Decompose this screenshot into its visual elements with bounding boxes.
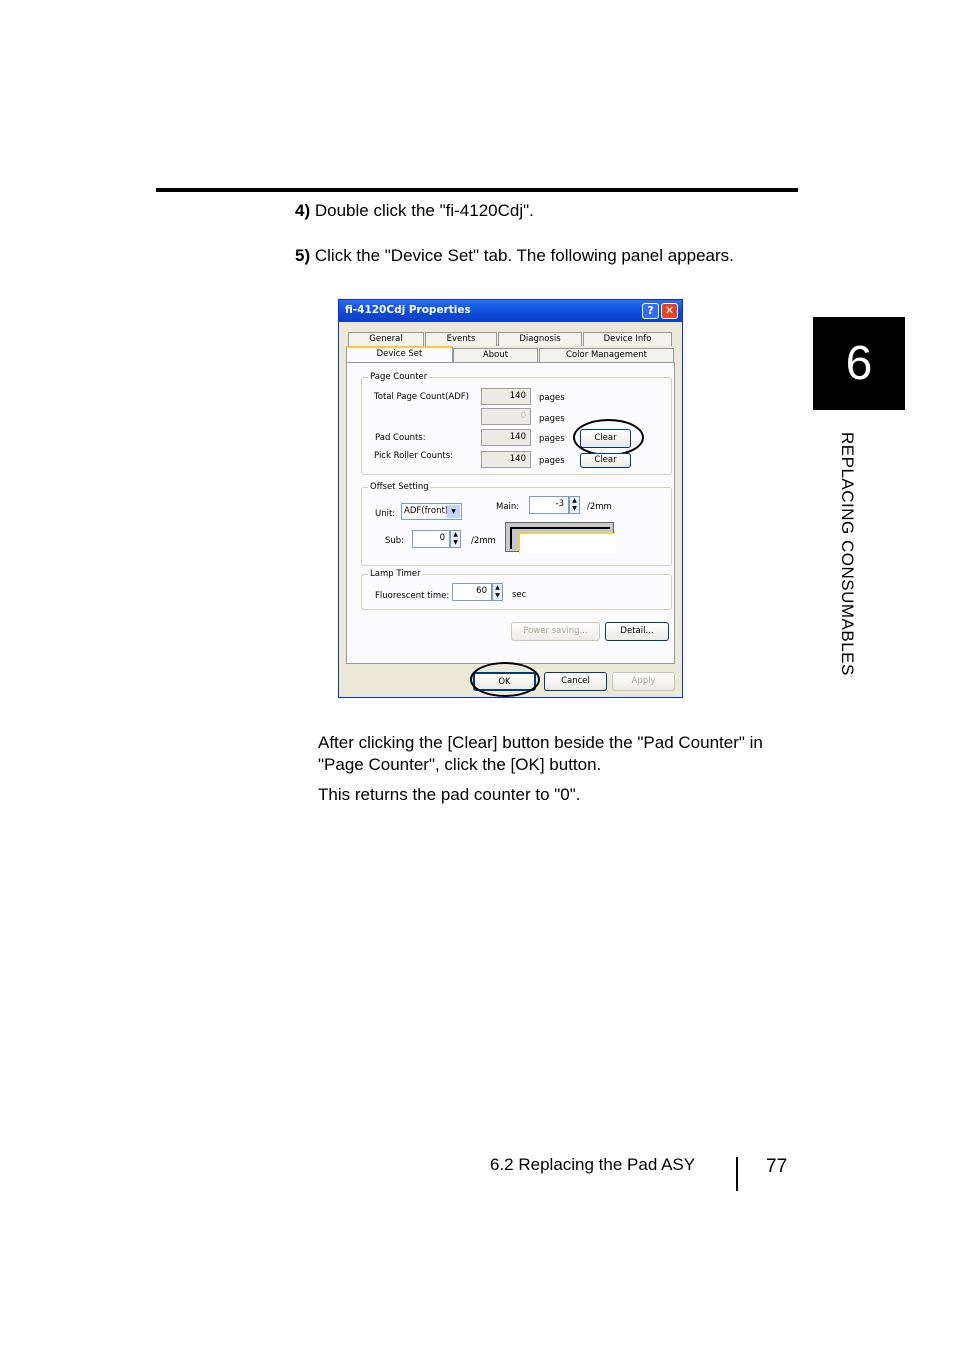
secondary-count-field: 0 bbox=[481, 408, 531, 425]
fluorescent-time-label: Fluorescent time: bbox=[375, 591, 450, 601]
unit-label: pages bbox=[539, 456, 565, 466]
dialog-titlebar: fi-4120Cdj Properties ? ✕ bbox=[339, 300, 682, 322]
sub-offset-stepper[interactable]: ▲ ▼ bbox=[450, 530, 461, 548]
step-4: 4) Double click the "fi-4120Cdj". bbox=[295, 201, 534, 221]
pad-counts-label: Pad Counts: bbox=[375, 433, 426, 443]
apply-button[interactable]: Apply bbox=[612, 672, 675, 691]
offset-diagram bbox=[505, 522, 615, 553]
main-offset-input[interactable]: -3 bbox=[529, 496, 569, 514]
close-icon[interactable]: ✕ bbox=[661, 303, 678, 319]
tab-device-info[interactable]: Device Info bbox=[583, 332, 672, 346]
sub-offset-input[interactable]: 0 bbox=[412, 530, 450, 548]
main-label: Main: bbox=[496, 502, 520, 512]
tab-events[interactable]: Events bbox=[425, 332, 497, 346]
pick-roller-counts-field: 140 bbox=[481, 451, 531, 468]
step-5: 5) Click the "Device Set" tab. The follo… bbox=[295, 246, 734, 266]
chapter-number: 6 bbox=[813, 317, 905, 410]
arrow-right-icon bbox=[510, 527, 610, 529]
footer-divider bbox=[736, 1157, 738, 1191]
pick-roller-counts-label: Pick Roller Counts: bbox=[374, 451, 454, 461]
main-unit: /2mm bbox=[587, 502, 612, 512]
tab-general[interactable]: General bbox=[348, 332, 424, 346]
power-saving-button[interactable]: Power saving... bbox=[511, 622, 600, 641]
detail-button[interactable]: Detail... bbox=[605, 622, 669, 641]
instruction-paragraph: After clicking the [Clear] button beside… bbox=[318, 733, 763, 774]
clear-roller-button[interactable]: Clear bbox=[580, 453, 631, 468]
help-icon[interactable]: ? bbox=[642, 303, 659, 319]
group-title: Page Counter bbox=[368, 372, 430, 382]
highlight-circle bbox=[573, 419, 644, 456]
tab-about[interactable]: About bbox=[453, 348, 538, 362]
unit-label: pages bbox=[539, 434, 565, 444]
step-number: 5) bbox=[295, 246, 311, 265]
page-number: 77 bbox=[766, 1156, 788, 1177]
highlight-circle bbox=[470, 662, 540, 697]
lamp-unit: sec bbox=[512, 590, 527, 600]
unit-select-label: Unit: bbox=[375, 509, 396, 519]
unit-select[interactable]: ADF(front) ▼ bbox=[401, 503, 462, 520]
sub-label: Sub: bbox=[385, 536, 405, 546]
tab-diagnosis[interactable]: Diagnosis bbox=[498, 332, 582, 346]
main-offset-stepper[interactable]: ▲ ▼ bbox=[569, 496, 580, 514]
pad-counts-field: 140 bbox=[481, 429, 531, 446]
header-rule bbox=[156, 188, 798, 192]
chevron-down-icon[interactable]: ▼ bbox=[447, 505, 460, 518]
paper-preview bbox=[519, 533, 615, 553]
group-title: Offset Setting bbox=[368, 482, 431, 492]
group-title: Lamp Timer bbox=[368, 569, 423, 579]
unit-select-value: ADF(front) bbox=[404, 506, 449, 516]
fluorescent-time-stepper[interactable]: ▲ ▼ bbox=[492, 583, 503, 601]
chapter-title: REPLACING CONSUMABLES bbox=[838, 432, 857, 676]
cancel-button[interactable]: Cancel bbox=[544, 672, 607, 691]
sub-unit: /2mm bbox=[471, 536, 496, 546]
total-page-count-label: Total Page Count(ADF) bbox=[374, 392, 469, 402]
unit-label: pages bbox=[539, 414, 565, 424]
footer-section: 6.2 Replacing the Pad ASY bbox=[490, 1155, 696, 1174]
unit-label: pages bbox=[539, 393, 565, 403]
arrow-down-icon bbox=[510, 527, 512, 549]
result-paragraph: This returns the pad counter to "0". bbox=[318, 785, 581, 804]
step-text: Click the "Device Set" tab. The followin… bbox=[314, 246, 734, 265]
tab-device-set[interactable]: Device Set bbox=[346, 346, 453, 362]
total-page-count-field: 140 bbox=[481, 388, 531, 405]
step-text: Double click the "fi-4120Cdj". bbox=[314, 201, 534, 220]
step-number: 4) bbox=[295, 201, 311, 220]
properties-dialog: fi-4120Cdj Properties ? ✕ General Events… bbox=[338, 299, 683, 698]
fluorescent-time-input[interactable]: 60 bbox=[452, 583, 492, 601]
tab-color-management[interactable]: Color Management bbox=[539, 348, 674, 362]
dialog-title: fi-4120Cdj Properties bbox=[345, 304, 471, 316]
